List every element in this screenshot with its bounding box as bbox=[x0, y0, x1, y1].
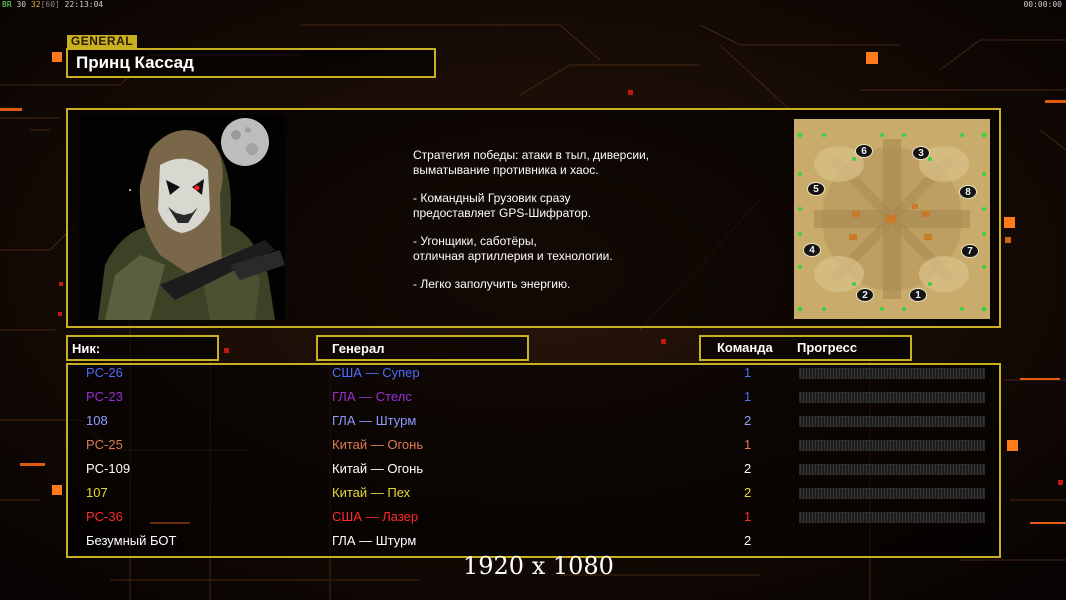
player-progress-bar bbox=[799, 512, 985, 523]
general-description: Стратегия победы: атаки в тыл, диверсии,… bbox=[413, 148, 743, 305]
player-team: 2 bbox=[744, 413, 752, 428]
map-start-slot: 7 bbox=[961, 244, 979, 258]
player-progress-bar bbox=[799, 416, 985, 427]
player-progress-bar bbox=[799, 368, 985, 379]
map-start-slot: 8 bbox=[959, 185, 977, 199]
player-nick: PC-109 bbox=[86, 461, 131, 476]
player-nick: PC-26 bbox=[86, 365, 123, 380]
player-general: ГЛА — Штурм bbox=[332, 413, 417, 428]
nick-header: Ник: bbox=[72, 341, 101, 356]
general-portrait bbox=[80, 115, 285, 320]
player-nick: 108 bbox=[86, 413, 108, 428]
map-start-slot: 4 bbox=[803, 243, 821, 257]
description-line: - Легко заполучить энергию. bbox=[413, 277, 571, 291]
map-start-slot: 3 bbox=[912, 146, 930, 160]
player-progress-bar bbox=[799, 392, 985, 403]
progress-header: Прогресс bbox=[797, 340, 858, 355]
player-general: США — Лазер bbox=[332, 509, 419, 524]
map-start-slot: 1 bbox=[909, 288, 927, 302]
description-line: Стратегия победы: атаки в тыл, диверсии,… bbox=[413, 148, 650, 177]
player-nick: PC-25 bbox=[86, 437, 123, 452]
player-team: 1 bbox=[744, 509, 752, 524]
player-nick: 107 bbox=[86, 485, 108, 500]
rate-prefix: BR bbox=[2, 0, 12, 9]
player-progress-bar bbox=[799, 440, 985, 451]
player-team: 2 bbox=[744, 461, 752, 476]
player-team: 1 bbox=[744, 365, 752, 380]
general-header: Генерал bbox=[332, 341, 385, 356]
general-name: Принц Кассад bbox=[76, 53, 194, 72]
rate-b: 32 bbox=[30, 0, 41, 9]
fps-counter: BR 30 32[60] 22:13:04 bbox=[2, 0, 103, 9]
rate-c: [60] bbox=[40, 0, 60, 9]
resolution-label: 1920 x 1080 bbox=[463, 552, 614, 580]
player-team: 2 bbox=[744, 485, 752, 500]
session-timer: 00:00:00 bbox=[1023, 0, 1062, 9]
description-line: - Угонщики, саботёры, отличная артиллери… bbox=[413, 234, 613, 263]
player-general: ГЛА — Стелс bbox=[332, 389, 412, 404]
player-nick: PC-23 bbox=[86, 389, 123, 404]
player-general: США — Супер bbox=[332, 365, 420, 380]
team-header: Команда bbox=[717, 340, 773, 355]
map-start-slot: 6 bbox=[855, 144, 873, 158]
player-general: Китай — Пех bbox=[332, 485, 411, 500]
clock: 22:13:04 bbox=[64, 0, 104, 9]
player-team: 2 bbox=[744, 533, 752, 548]
player-general: ГЛА — Штурм bbox=[332, 533, 417, 548]
general-tag: GENERAL bbox=[67, 35, 137, 48]
description-line: - Командный Грузовик сразу предоставляет… bbox=[413, 191, 592, 220]
player-team: 1 bbox=[744, 437, 752, 452]
player-nick: Безумный БОТ bbox=[86, 533, 177, 548]
player-progress-bar bbox=[799, 488, 985, 499]
map-start-slot: 5 bbox=[807, 182, 825, 196]
player-team: 1 bbox=[744, 389, 752, 404]
map-preview: 6 3 5 8 4 7 2 1 bbox=[794, 119, 990, 319]
map-start-slot: 2 bbox=[856, 288, 874, 302]
rate-a: 30 bbox=[16, 0, 27, 9]
player-general: Китай — Огонь bbox=[332, 437, 424, 452]
player-general: Китай — Огонь bbox=[332, 461, 424, 476]
player-progress-bar bbox=[799, 464, 985, 475]
player-nick: PC-36 bbox=[86, 509, 123, 524]
